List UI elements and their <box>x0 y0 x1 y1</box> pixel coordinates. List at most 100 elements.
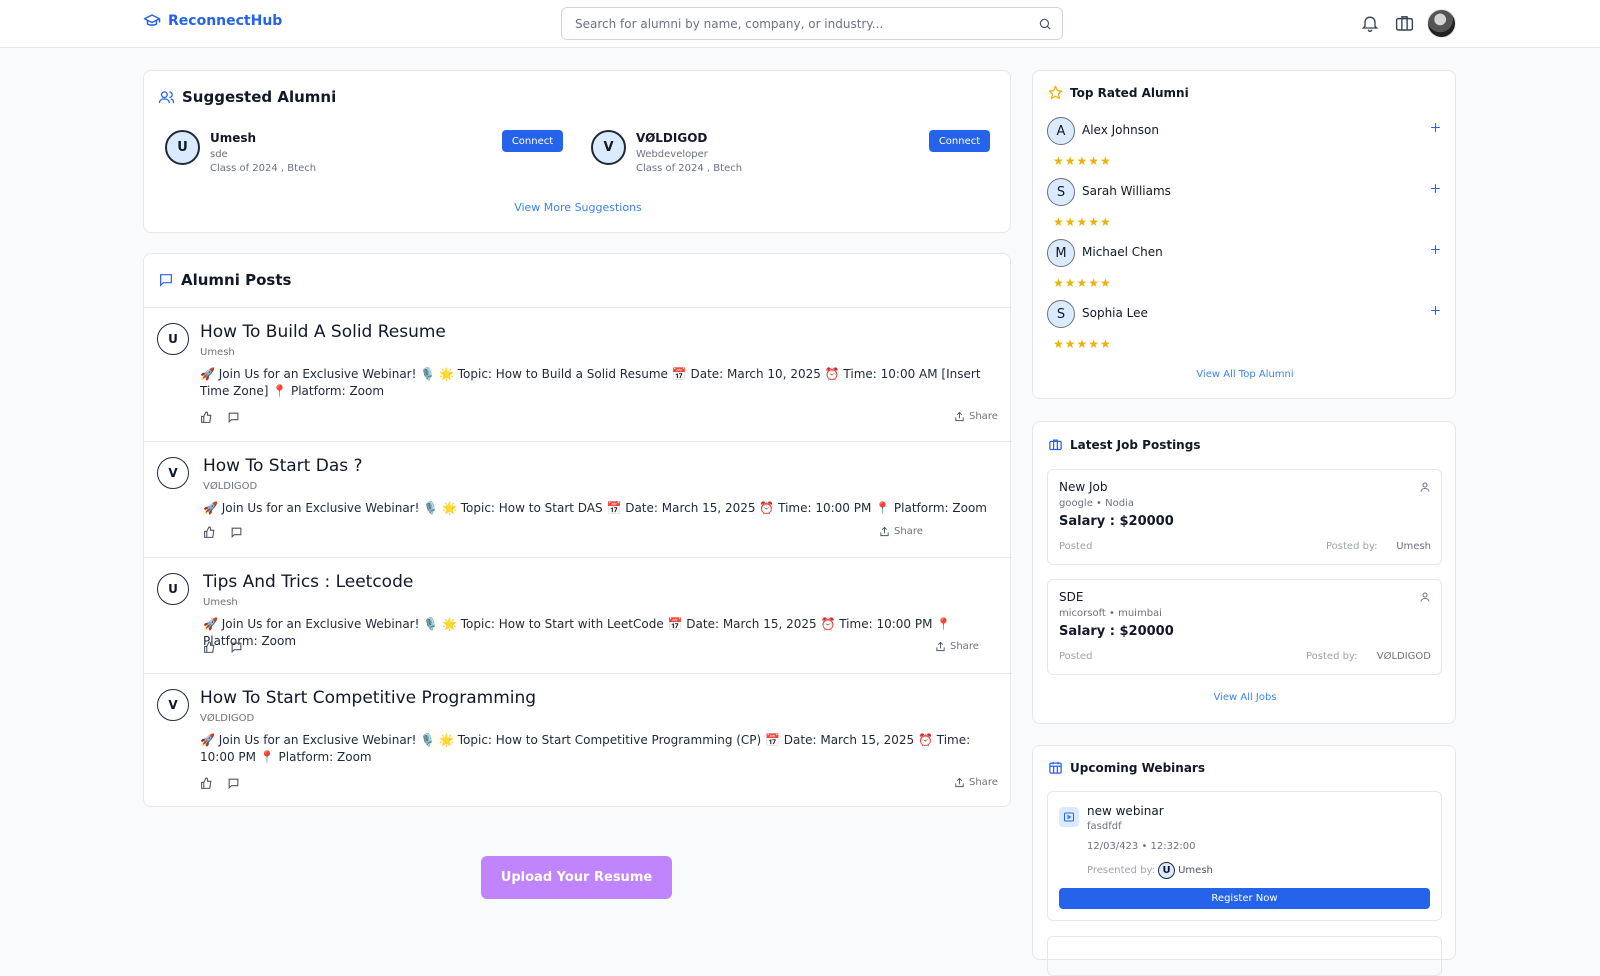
share-label: Share <box>969 777 998 788</box>
webinars-header: Upcoming Webinars <box>1048 760 1205 775</box>
share-button[interactable]: Share <box>879 526 923 537</box>
job-poster: Umesh <box>1396 541 1431 552</box>
post-author-avatar[interactable]: V <box>157 457 189 489</box>
alumni-name[interactable]: VØLDIGOD <box>636 131 707 145</box>
calendar-icon <box>1048 760 1063 775</box>
avatar: S <box>1047 300 1075 328</box>
webinar-presenter: Presented by: U Umesh <box>1087 862 1213 879</box>
brand-logo[interactable]: ReconnectHub <box>142 12 282 30</box>
post-body: 🚀 Join Us for an Exclusive Webinar! 🎙️ 🌟… <box>200 733 971 764</box>
thumbs-up-icon[interactable] <box>203 526 216 539</box>
stars-text: ★★★★★ <box>1053 276 1112 290</box>
alumni-class: Class of 2024 , Btech <box>210 163 317 174</box>
user-icon <box>1419 591 1431 603</box>
share-button[interactable]: Share <box>954 777 998 788</box>
presenter-avatar: U <box>1158 862 1176 879</box>
post-author[interactable]: Umesh <box>203 597 238 608</box>
share-button[interactable]: Share <box>954 411 998 422</box>
comment-icon[interactable] <box>227 411 240 424</box>
stars-text: ★★★★★ <box>1053 337 1112 351</box>
alumni-name[interactable]: Umesh <box>210 131 256 145</box>
avatar: A <box>1047 117 1075 145</box>
users-icon <box>158 89 175 106</box>
post-author[interactable]: VØLDIGOD <box>200 713 254 724</box>
top-navbar: ReconnectHub <box>0 0 1600 48</box>
comment-icon[interactable] <box>230 526 243 539</box>
post-actions <box>200 777 240 790</box>
job-posted-label: Posted <box>1059 651 1093 662</box>
plus-icon[interactable] <box>1429 243 1442 256</box>
suggested-alumni-header: Suggested Alumni <box>158 88 336 106</box>
top-alumni-item[interactable]: M Michael Chen ★★★★★ <box>1047 239 1442 299</box>
section-title: Alumni Posts <box>181 271 292 289</box>
job-posting[interactable]: SDE micorsoft • muimbai Salary : $20000 … <box>1047 579 1442 675</box>
bell-icon[interactable] <box>1360 12 1380 34</box>
post-actions <box>203 641 243 654</box>
alumni-role: Webdeveloper <box>636 149 708 160</box>
avatar[interactable]: U <box>165 130 200 165</box>
post-author-avatar[interactable]: U <box>157 323 189 355</box>
alumni-posts-card: Alumni Posts U How To Build A Solid Resu… <box>143 253 1012 807</box>
webinar-description: fasdfdf <box>1087 821 1122 832</box>
comment-icon[interactable] <box>227 777 240 790</box>
share-label: Share <box>894 526 923 537</box>
job-company-location: google • Nodia <box>1059 498 1134 509</box>
section-title: Top Rated Alumni <box>1070 85 1189 100</box>
view-all-top-alumni-link[interactable]: View All Top Alumni <box>1033 369 1457 380</box>
alumni-class: Class of 2024 , Btech <box>636 163 743 174</box>
post-author-avatar[interactable]: V <box>157 689 189 721</box>
thumbs-up-icon[interactable] <box>203 641 216 654</box>
post-author-avatar[interactable]: U <box>157 573 189 605</box>
video-icon <box>1059 807 1079 827</box>
connect-button[interactable]: Connect <box>502 130 563 152</box>
comment-icon[interactable] <box>230 641 243 654</box>
brand-name: ReconnectHub <box>168 13 283 29</box>
alumni-posts-header: Alumni Posts <box>158 271 291 289</box>
job-poster: VØLDIGOD <box>1376 651 1431 662</box>
avatar[interactable]: V <box>591 130 626 165</box>
graduation-cap-icon <box>142 12 162 30</box>
job-salary: Salary : $20000 <box>1059 514 1174 529</box>
user-avatar[interactable] <box>1427 9 1456 38</box>
job-title: New Job <box>1059 480 1108 494</box>
post-title[interactable]: How To Start Competitive Programming <box>200 688 536 708</box>
briefcase-icon[interactable] <box>1394 12 1415 34</box>
search-icon[interactable] <box>1038 17 1052 31</box>
connect-button[interactable]: Connect <box>929 130 990 152</box>
avatar: M <box>1047 239 1075 267</box>
plus-icon[interactable] <box>1429 304 1442 317</box>
top-alumni-item[interactable]: S Sarah Williams ★★★★★ <box>1047 178 1442 238</box>
plus-icon[interactable] <box>1429 182 1442 195</box>
top-alumni-item[interactable]: A Alex Johnson ★★★★★ <box>1047 117 1442 177</box>
post-item: U Tips And Trics : Leetcode Umesh 🚀 Join… <box>144 557 1012 673</box>
post-item: V How To Start Das ? VØLDIGOD 🚀 Join Us … <box>144 441 1012 557</box>
job-salary: Salary : $20000 <box>1059 624 1174 639</box>
alumni-name: Michael Chen <box>1082 245 1163 259</box>
post-title[interactable]: Tips And Trics : Leetcode <box>203 572 413 592</box>
share-label: Share <box>969 411 998 422</box>
post-title[interactable]: How To Start Das ? <box>203 456 363 476</box>
search-input[interactable] <box>562 8 1032 39</box>
thumbs-up-icon[interactable] <box>200 777 213 790</box>
share-icon <box>954 411 965 422</box>
plus-icon[interactable] <box>1429 121 1442 134</box>
job-posting[interactable]: New Job google • Nodia Salary : $20000 P… <box>1047 469 1442 565</box>
alumni-name: Sarah Williams <box>1082 184 1171 198</box>
post-item: V How To Start Competitive Programming V… <box>144 673 1012 806</box>
upload-resume-button[interactable]: Upload Your Resume <box>481 856 672 899</box>
view-all-jobs-link[interactable]: View All Jobs <box>1033 692 1457 703</box>
post-author[interactable]: Umesh <box>200 347 235 358</box>
webinar-title[interactable]: new webinar <box>1087 804 1164 818</box>
thumbs-up-icon[interactable] <box>200 411 213 424</box>
top-alumni-item[interactable]: S Sophia Lee ★★★★★ <box>1047 300 1442 360</box>
register-now-button[interactable]: Register Now <box>1059 888 1430 909</box>
top-rated-alumni-card: Top Rated Alumni A Alex Johnson ★★★★★ S … <box>1032 70 1456 399</box>
post-author[interactable]: VØLDIGOD <box>203 481 257 492</box>
user-icon <box>1419 481 1431 493</box>
job-posted-by-label: Posted by: <box>1326 541 1378 552</box>
post-title[interactable]: How To Build A Solid Resume <box>200 322 446 342</box>
share-button[interactable]: Share <box>935 641 979 652</box>
view-more-suggestions-link[interactable]: View More Suggestions <box>144 201 1012 214</box>
job-title: SDE <box>1059 590 1084 604</box>
post-body: 🚀 Join Us for an Exclusive Webinar! 🎙️ 🌟… <box>203 617 952 648</box>
